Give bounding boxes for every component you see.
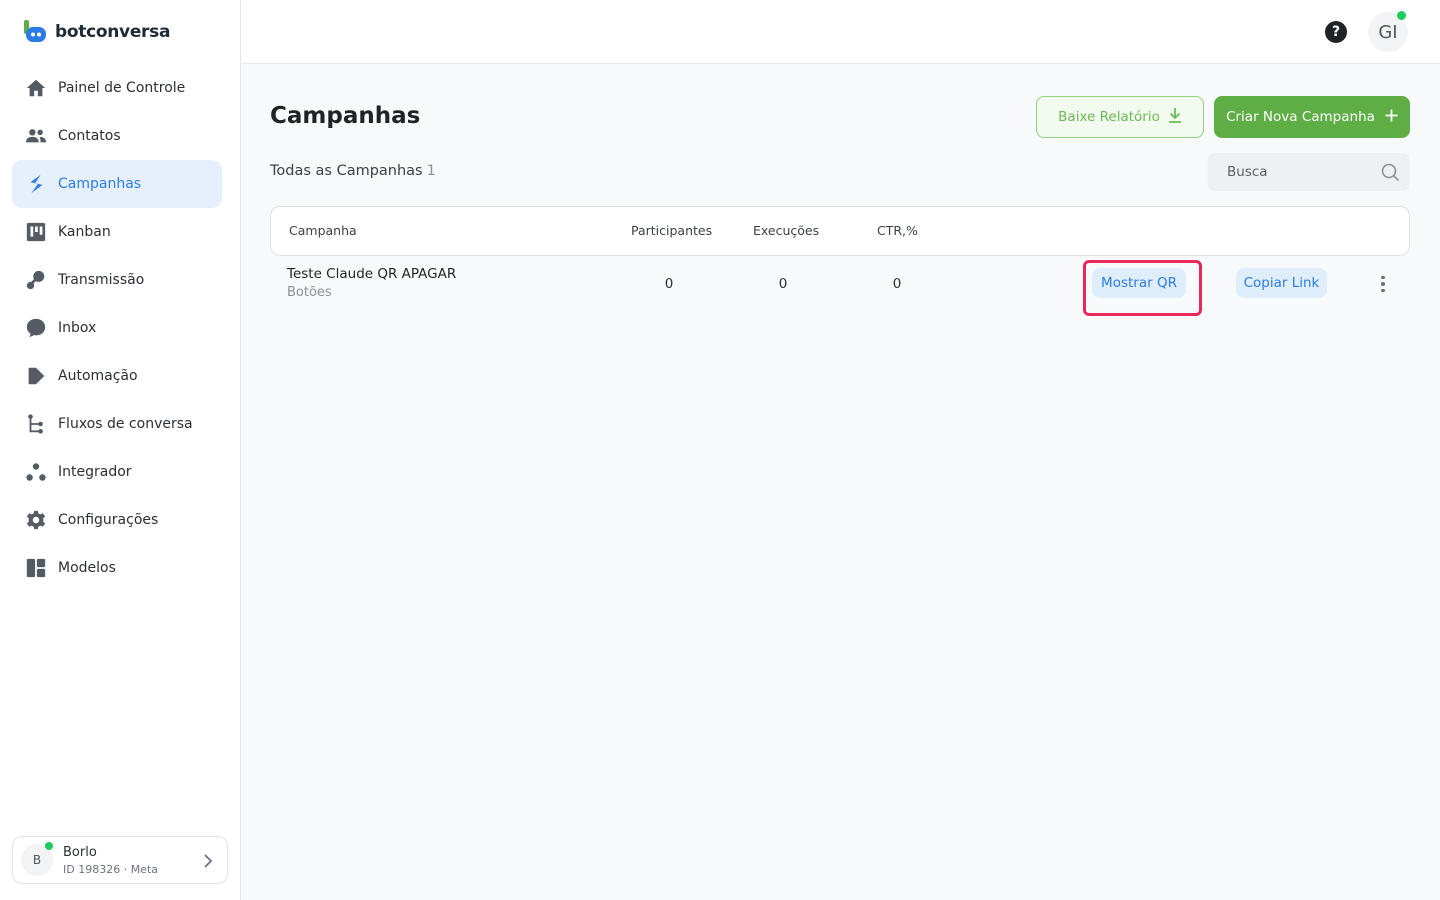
column-header-participantes: Participantes: [631, 223, 713, 238]
executions-value: 0: [778, 276, 788, 292]
gear-icon: [24, 508, 48, 532]
sidebar-nav: Painel de Controle Contatos Campanhas Ka…: [12, 64, 222, 592]
column-header-execucoes: Execuções: [753, 223, 820, 238]
sidebar-item-integrador[interactable]: Integrador: [12, 448, 222, 496]
account-avatar: B: [21, 842, 53, 876]
create-campaign-button[interactable]: Criar Nova Campanha: [1214, 96, 1410, 138]
brand-name: botconversa: [55, 21, 171, 42]
broadcast-icon: [24, 268, 48, 292]
chat-bubble-icon: [24, 316, 48, 340]
online-status-dot: [1397, 11, 1406, 20]
user-initials: GI: [1378, 21, 1398, 43]
sidebar-item-label: Inbox: [58, 320, 97, 336]
campaign-name[interactable]: Teste Claude QR APAGAR: [287, 266, 456, 282]
download-report-button[interactable]: Baixe Relatório: [1036, 96, 1204, 138]
sidebar-item-inbox[interactable]: Inbox: [12, 304, 222, 352]
sidebar-item-painel[interactable]: Painel de Controle: [12, 64, 222, 112]
more-options-icon[interactable]: [1373, 272, 1393, 296]
topbar: ? GI: [241, 0, 1440, 64]
users-icon: [24, 124, 48, 148]
sidebar-item-label: Modelos: [58, 560, 116, 576]
sidebar-item-kanban[interactable]: Kanban: [12, 208, 222, 256]
table-header: Campanha Participantes Execuções CTR,%: [270, 206, 1410, 256]
sidebar-item-transmissao[interactable]: Transmissão: [12, 256, 222, 304]
kanban-icon: [24, 220, 48, 244]
create-campaign-label: Criar Nova Campanha: [1226, 109, 1375, 125]
campaign-icon: [24, 172, 48, 196]
sidebar-item-configuracoes[interactable]: Configurações: [12, 496, 222, 544]
download-report-label: Baixe Relatório: [1058, 109, 1160, 125]
search-input[interactable]: [1227, 164, 1367, 180]
chevron-right-icon: [203, 853, 213, 872]
online-status-dot: [45, 842, 53, 850]
copy-link-button[interactable]: Copiar Link: [1236, 268, 1327, 298]
page-title: Campanhas: [270, 103, 421, 129]
column-header-campanha: Campanha: [289, 223, 357, 238]
sidebar-item-label: Kanban: [58, 224, 111, 240]
account-info: Borlo ID 198326 · Meta: [63, 845, 158, 876]
column-header-ctr: CTR,%: [877, 223, 918, 238]
automation-icon: [24, 364, 48, 388]
sidebar-item-label: Automação: [58, 368, 138, 384]
sidebar-item-label: Integrador: [58, 464, 132, 480]
sidebar: botconversa Painel de Controle Contatos …: [0, 0, 241, 900]
sidebar-item-contatos[interactable]: Contatos: [12, 112, 222, 160]
table-row: Teste Claude QR APAGAR Botões 0 0 0 Most…: [270, 256, 1410, 316]
search-icon[interactable]: [1381, 163, 1400, 186]
flow-icon: [24, 412, 48, 436]
sidebar-item-label: Transmissão: [58, 272, 145, 288]
integration-icon: [24, 460, 48, 484]
ctr-value: 0: [892, 276, 902, 292]
search-box: [1207, 153, 1410, 191]
user-avatar[interactable]: GI: [1368, 11, 1408, 52]
campaign-type: Botões: [287, 285, 332, 300]
sidebar-item-modelos[interactable]: Modelos: [12, 544, 222, 592]
campaign-count: 1: [426, 163, 436, 179]
botconversa-logo-icon: [24, 20, 47, 43]
sidebar-item-campanhas[interactable]: Campanhas: [12, 160, 222, 208]
account-switcher[interactable]: B Borlo ID 198326 · Meta: [12, 836, 228, 884]
sidebar-item-label: Painel de Controle: [58, 80, 186, 96]
account-initial: B: [32, 853, 42, 867]
templates-icon: [24, 556, 48, 580]
plus-icon: [1385, 109, 1398, 126]
account-id: ID 198326 · Meta: [63, 862, 159, 876]
help-icon[interactable]: ?: [1325, 21, 1347, 43]
sidebar-item-label: Contatos: [58, 128, 121, 144]
sidebar-item-label: Campanhas: [58, 176, 142, 192]
account-name: Borlo: [63, 844, 97, 860]
show-qr-button[interactable]: Mostrar QR: [1092, 268, 1186, 298]
home-icon: [24, 76, 48, 100]
download-icon: [1168, 107, 1182, 127]
sidebar-item-label: Configurações: [58, 512, 159, 528]
sidebar-item-label: Fluxos de conversa: [58, 416, 193, 432]
subtitle-label: Todas as Campanhas: [270, 163, 423, 179]
participants-value: 0: [664, 276, 674, 292]
sidebar-item-automacao[interactable]: Automação: [12, 352, 222, 400]
brand[interactable]: botconversa: [24, 20, 170, 43]
sidebar-item-fluxos[interactable]: Fluxos de conversa: [12, 400, 222, 448]
campaigns-subtitle: Todas as Campanhas 1: [270, 163, 436, 179]
